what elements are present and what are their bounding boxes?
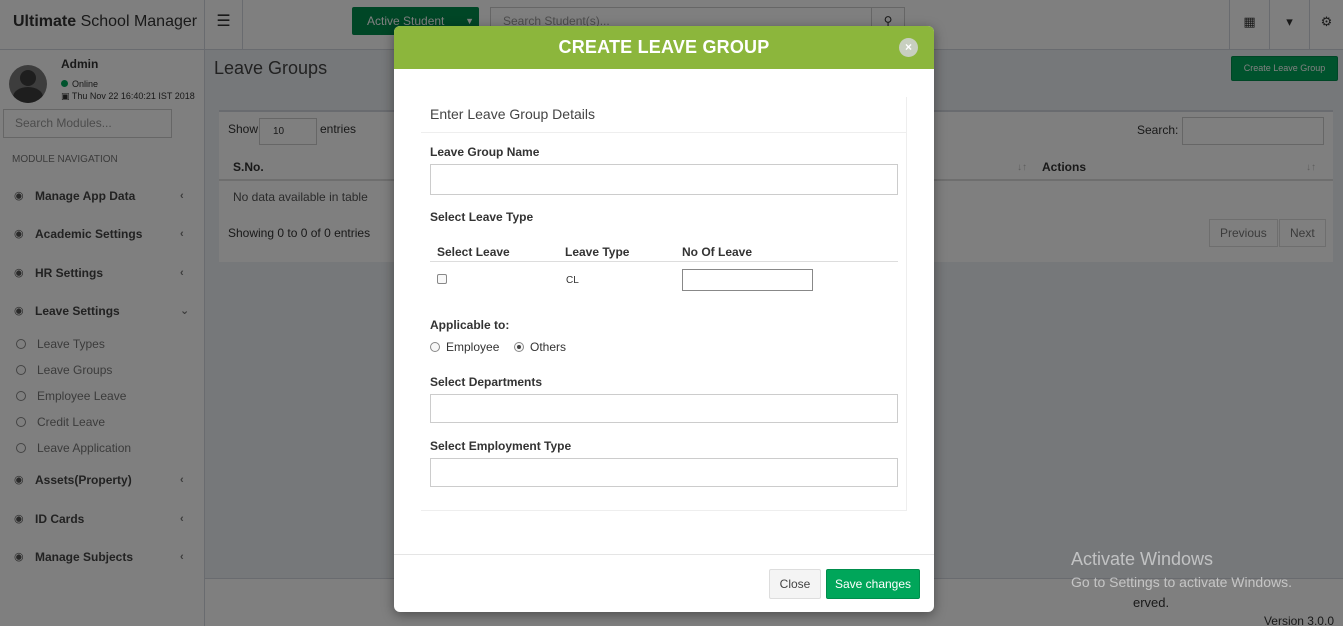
employee-radio[interactable] — [430, 342, 440, 352]
employee-radio-label[interactable]: Employee — [446, 340, 499, 354]
others-radio-label[interactable]: Others — [530, 340, 566, 354]
select-employment-type-label: Select Employment Type — [430, 439, 572, 453]
activate-windows-subtitle: Go to Settings to activate Windows. — [1071, 574, 1292, 590]
modal-title: CREATE LEAVE GROUP — [558, 37, 770, 57]
modal-header: CREATE LEAVE GROUP × — [394, 26, 934, 69]
select-leave-checkbox[interactable] — [437, 274, 447, 284]
leave-group-name-label: Leave Group Name — [430, 145, 540, 159]
leave-type-cell: CL — [566, 275, 579, 286]
column-header-no-of-leave: No Of Leave — [682, 245, 753, 259]
close-button[interactable]: Close — [769, 569, 821, 599]
select-departments-label: Select Departments — [430, 375, 543, 389]
panel-divider — [421, 132, 907, 133]
leave-group-details-panel: Enter Leave Group Details Leave Group Na… — [421, 97, 907, 511]
create-leave-group-modal: CREATE LEAVE GROUP × Enter Leave Group D… — [394, 26, 934, 612]
select-employment-type-input[interactable] — [430, 458, 898, 487]
select-leave-type-label: Select Leave Type — [430, 210, 534, 224]
select-departments-input[interactable] — [430, 394, 898, 423]
save-changes-button[interactable]: Save changes — [826, 569, 920, 599]
leave-table-divider — [430, 261, 898, 262]
others-radio[interactable] — [514, 342, 524, 352]
panel-title: Enter Leave Group Details — [430, 106, 595, 122]
no-of-leave-input[interactable] — [682, 269, 813, 291]
column-header-leave-type: Leave Type — [565, 245, 630, 259]
modal-footer-divider — [394, 554, 934, 555]
column-header-select-leave: Select Leave — [437, 245, 510, 259]
leave-group-name-input[interactable] — [430, 164, 898, 195]
activate-windows-title: Activate Windows — [1071, 549, 1214, 569]
applicable-to-label: Applicable to: — [430, 318, 510, 332]
close-icon[interactable]: × — [899, 38, 918, 57]
